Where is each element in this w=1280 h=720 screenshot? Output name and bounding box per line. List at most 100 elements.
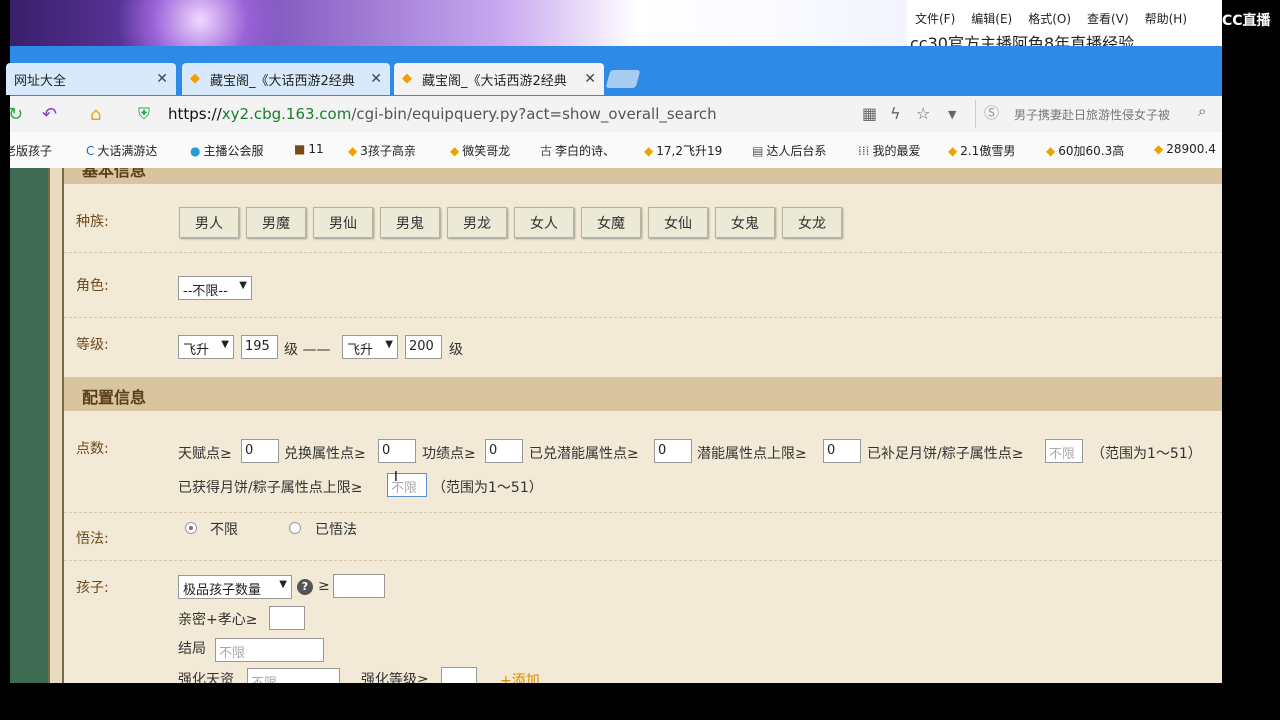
intimacy-label: 亲密+孝心≥	[178, 612, 258, 628]
yuebing-done-input[interactable]: 不限	[1045, 439, 1083, 463]
gongji-input[interactable]: 0	[485, 439, 523, 463]
tianfu-label: 天赋点≥	[178, 446, 232, 462]
close-icon[interactable]: ✕	[584, 71, 596, 87]
search-icon[interactable]: ⌕	[1198, 102, 1206, 120]
race-label: 种族:	[76, 214, 109, 230]
notepad-menu: 文件(F) 编辑(E) 格式(O) 查看(V) 帮助(H)	[915, 10, 1187, 27]
close-icon[interactable]: ✕	[370, 71, 382, 87]
divider	[64, 512, 1222, 513]
lightning-icon[interactable]: ϟ	[890, 104, 901, 123]
intimacy-input[interactable]	[269, 606, 305, 630]
qianneng-max-input[interactable]: 0	[823, 439, 861, 463]
race-button[interactable]: 男人	[179, 207, 239, 238]
duihuan-label: 兑换属性点≥	[284, 446, 366, 462]
close-icon[interactable]: ✕	[156, 71, 168, 87]
ending-input[interactable]: 不限	[215, 638, 324, 662]
race-button[interactable]: 女魔	[581, 207, 641, 238]
level-separator: 级 ——	[284, 342, 331, 358]
notepad-menu-format[interactable]: 格式(O)	[1028, 10, 1071, 27]
race-button[interactable]: 女龙	[782, 207, 842, 238]
qr-code-icon[interactable]: ▦	[862, 104, 877, 123]
tab-cbg-1[interactable]: ◆ 藏宝阁_《大话西游2经典 ✕	[182, 63, 390, 95]
notepad-window: 文件(F) 编辑(E) 格式(O) 查看(V) 帮助(H) cc30官方主播阿色…	[907, 0, 1222, 53]
text-cursor-icon: I	[394, 470, 398, 485]
yuebing-max-input[interactable]: 不限	[387, 473, 427, 497]
race-button[interactable]: 男龙	[447, 207, 507, 238]
divider	[64, 317, 1222, 318]
bookmark-item[interactable]: ● 主播公会服	[190, 142, 264, 159]
child-count-input[interactable]	[333, 574, 385, 598]
level-from-select[interactable]: 飞升 ▼	[178, 335, 234, 359]
notepad-menu-help[interactable]: 帮助(H)	[1145, 10, 1187, 27]
tab-url-directory[interactable]: 网址大全 ✕	[6, 63, 176, 95]
notepad-menu-view[interactable]: 查看(V)	[1087, 10, 1129, 27]
child-quality-select[interactable]: 极品孩子数量 ▼	[178, 575, 292, 599]
tianfu-input[interactable]: 0	[241, 439, 279, 463]
qianneng-done-input[interactable]: 0	[654, 439, 692, 463]
race-button[interactable]: 女人	[514, 207, 574, 238]
yuebing-max-label: 已获得月饼/粽子属性点上限≥	[178, 480, 363, 496]
bookmark-item[interactable]: ◆ 2.1傲雪男	[948, 142, 1015, 159]
tab-label: 网址大全	[14, 73, 67, 89]
help-icon[interactable]: ?	[297, 579, 313, 595]
race-button[interactable]: 女鬼	[715, 207, 775, 238]
race-button[interactable]: 男魔	[246, 207, 306, 238]
race-button[interactable]: 男鬼	[380, 207, 440, 238]
qianghua-level-input[interactable]	[441, 667, 477, 683]
refresh-icon[interactable]: ↻	[8, 104, 23, 125]
range-hint: （范围为1～51）	[1091, 446, 1202, 462]
bookmark-item[interactable]: ▤ 达人后台系	[752, 142, 826, 159]
bookmark-item[interactable]: ◆ 60加60.3高	[1046, 142, 1124, 159]
search-box[interactable]: Ⓢ 男子携妻赴日旅游性侵女子被 ⌕	[975, 100, 1216, 128]
search-panel: 基本信息 种族: 男人 男魔 男仙 男鬼 男龙 女人 女魔 女仙 女鬼 女龙 角…	[64, 168, 1222, 683]
bookmark-item[interactable]: ◆ 微笑哥龙	[450, 142, 510, 159]
bookmarks-bar: 老版孩子 C大话满游达 ●主播公会服 ■11 ◆3孩子高亲 ◆微笑哥龙 古李白的…	[10, 132, 1222, 169]
bookmark-item[interactable]: ■ 11	[294, 142, 324, 156]
new-tab-button[interactable]	[605, 70, 641, 88]
child-label: 孩子:	[76, 580, 109, 596]
bookmark-item[interactable]: ⁞⁞⁞ 我的最爱	[858, 142, 920, 159]
star-icon[interactable]: ☆	[916, 104, 930, 123]
wufa-done-label: 已悟法	[315, 522, 357, 538]
dropdown-arrow-icon: ▼	[221, 339, 229, 350]
tab-label: 藏宝阁_《大话西游2经典	[422, 73, 567, 89]
bookmark-item[interactable]: ◆ 3孩子高亲	[348, 142, 416, 159]
level-from-input[interactable]: 195	[241, 335, 278, 359]
desktop-banner	[10, 0, 907, 46]
dropdown-arrow-icon: ▼	[385, 339, 393, 350]
level-to-select[interactable]: 飞升 ▼	[342, 335, 398, 359]
points-label: 点数:	[76, 441, 109, 457]
bookmark-item[interactable]: ◆ 17,2飞升19	[644, 142, 722, 159]
wufa-done-radio[interactable]	[289, 522, 301, 534]
bookmark-item[interactable]: ◆ 28900.4	[1154, 142, 1216, 156]
bookmark-item[interactable]: 老版孩子	[10, 142, 52, 159]
search-text: 男子携妻赴日旅游性侵女子被	[1014, 108, 1171, 122]
divider	[64, 560, 1222, 561]
dropdown-arrow-icon: ▼	[279, 579, 287, 590]
tab-cbg-active[interactable]: ◆ 藏宝阁_《大话西游2经典 ✕	[394, 63, 604, 95]
home-icon[interactable]: ⌂	[90, 104, 101, 125]
cbg-favicon-icon: ◆	[190, 71, 200, 86]
chevron-down-icon[interactable]: ▼	[948, 108, 956, 121]
add-condition-link[interactable]: +添加	[500, 670, 540, 683]
role-select[interactable]: --不限-- ▼	[178, 276, 252, 300]
wufa-any-radio[interactable]	[185, 522, 197, 534]
page-frame	[48, 168, 64, 683]
level-unit: 级	[449, 342, 463, 358]
ending-label: 结局	[178, 641, 206, 657]
bookmark-item[interactable]: C 大话满游达	[86, 142, 157, 159]
race-button[interactable]: 男仙	[313, 207, 373, 238]
undo-icon[interactable]: ↶	[42, 104, 57, 125]
duihuan-input[interactable]: 0	[378, 439, 416, 463]
yuebing-done-label: 已补足月饼/粽子属性点≥	[867, 446, 1024, 462]
url-field[interactable]: https://xy2.cbg.163.com/cgi-bin/equipque…	[168, 105, 717, 123]
race-button[interactable]: 女仙	[648, 207, 708, 238]
notepad-menu-edit[interactable]: 编辑(E)	[971, 10, 1012, 27]
level-to-input[interactable]: 200	[405, 335, 442, 359]
qianghua-zizhi-input[interactable]: 不限	[247, 668, 340, 683]
notepad-menu-file[interactable]: 文件(F)	[915, 10, 955, 27]
cbg-favicon-icon: ◆	[402, 71, 412, 86]
bookmark-item[interactable]: 古李白的诗、	[540, 142, 615, 159]
qianghua-level-label: 强化等级≥	[361, 672, 429, 683]
url-host: xy2.cbg.163.com	[221, 105, 352, 123]
